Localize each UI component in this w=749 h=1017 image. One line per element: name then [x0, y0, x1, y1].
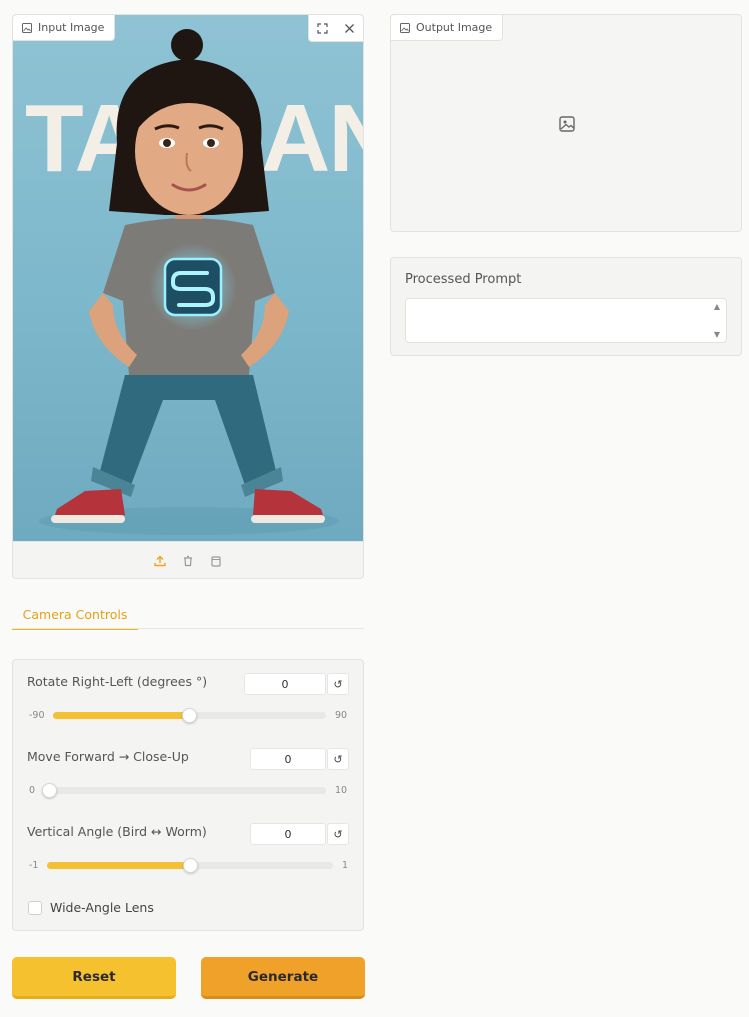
tab-divider: [12, 628, 364, 629]
input-image-tab: Input Image: [13, 15, 116, 41]
vertical-slider[interactable]: [47, 858, 333, 873]
close-icon[interactable]: [336, 15, 363, 41]
input-image-panel[interactable]: TA AN: [12, 14, 364, 579]
image-icon: [400, 22, 410, 33]
forward-min-label: 0: [29, 785, 36, 796]
scroll-up-icon[interactable]: ▲: [714, 302, 720, 311]
image-footer-toolbar: [13, 541, 363, 578]
vertical-slider-fill: [47, 862, 190, 869]
forward-max-label: 10: [335, 785, 348, 796]
svg-text:AN: AN: [261, 85, 364, 192]
vertical-min-label: -1: [29, 860, 39, 871]
forward-number-input[interactable]: 0: [250, 748, 326, 770]
rotate-slider-fill: [53, 712, 190, 719]
image-icon: [22, 22, 32, 33]
output-image-tab: Output Image: [390, 14, 504, 41]
upload-icon[interactable]: [153, 554, 167, 568]
output-image-label: Output Image: [416, 21, 493, 34]
vertical-reset-icon[interactable]: ↺: [327, 823, 349, 845]
camera-controls-panel: Rotate Right-Left (degrees °) 0 ↺ -90 90…: [12, 659, 364, 931]
image-toolbar: [308, 15, 363, 42]
forward-reset-icon[interactable]: ↺: [327, 748, 349, 770]
input-image-label: Input Image: [38, 21, 105, 34]
wide-angle-label[interactable]: Wide-Angle Lens: [50, 900, 154, 915]
rotate-slider[interactable]: [53, 708, 326, 723]
tab-camera-controls[interactable]: Camera Controls: [12, 604, 138, 630]
rotate-reset-icon[interactable]: ↺: [327, 673, 349, 695]
generate-button[interactable]: Generate: [201, 957, 365, 999]
input-photo: TA AN: [13, 15, 364, 541]
forward-slider-thumb[interactable]: [41, 783, 57, 798]
image-placeholder-icon: [559, 116, 575, 132]
processed-prompt-panel: Processed Prompt ▲ ▼: [390, 257, 742, 356]
processed-prompt-label: Processed Prompt: [405, 272, 522, 287]
fullscreen-icon[interactable]: [309, 15, 336, 41]
vertical-slider-thumb[interactable]: [182, 858, 198, 873]
rotate-max-label: 90: [335, 710, 348, 721]
rotate-number-input[interactable]: 0: [244, 673, 326, 695]
wide-angle-checkbox[interactable]: [28, 901, 42, 915]
vertical-number-input[interactable]: 0: [250, 823, 326, 845]
rotate-label: Rotate Right-Left (degrees °): [27, 674, 208, 689]
rotate-min-label: -90: [29, 710, 45, 721]
forward-slider[interactable]: [41, 783, 326, 798]
scroll-down-icon[interactable]: ▼: [714, 330, 720, 339]
vertical-max-label: 1: [342, 860, 349, 871]
vertical-label: Vertical Angle (Bird ↔ Worm): [27, 824, 207, 839]
eraser-icon[interactable]: [181, 554, 195, 568]
rotate-slider-thumb[interactable]: [182, 708, 197, 723]
output-image-panel: Output Image: [390, 14, 742, 232]
forward-label: Move Forward → Close-Up: [27, 749, 189, 764]
clipboard-icon[interactable]: [209, 554, 223, 568]
processed-prompt-textarea[interactable]: ▲ ▼: [405, 298, 727, 343]
reset-button[interactable]: Reset: [12, 957, 176, 999]
